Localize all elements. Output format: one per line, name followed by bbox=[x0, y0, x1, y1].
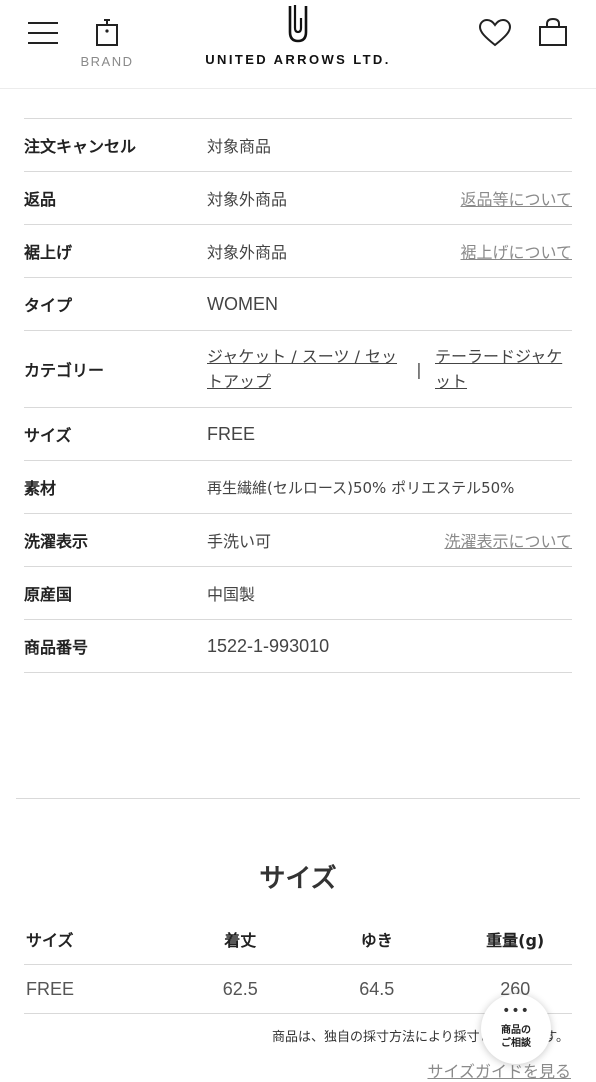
hem-info-link[interactable]: 裾上げについて bbox=[460, 239, 572, 263]
united-arrows-logo-mark bbox=[288, 5, 308, 43]
spec-label: 原産国 bbox=[24, 585, 73, 604]
spec-row-category: カテゴリー ジャケット / スーツ / セットアップ | テーラードジャケット bbox=[24, 331, 572, 408]
size-col-header: サイズ bbox=[26, 931, 74, 950]
category-link-tailored-jacket[interactable]: テーラードジャケット bbox=[435, 344, 565, 394]
size-guide-link[interactable]: サイズガイドを見る bbox=[24, 1058, 571, 1082]
spec-row-material: 素材 再生繊維(セルロース)50% ポリエステル50% bbox=[24, 461, 572, 514]
spec-value: 対象外商品 bbox=[207, 190, 288, 209]
spec-value: 対象商品 bbox=[207, 137, 272, 156]
spec-label: 洗濯表示 bbox=[24, 532, 89, 551]
category-links: ジャケット / スーツ / セットアップ | テーラードジャケット bbox=[207, 344, 572, 394]
consult-label-line1: 商品の bbox=[501, 1025, 531, 1036]
section-divider bbox=[16, 798, 580, 799]
spec-label: カテゴリー bbox=[24, 361, 105, 380]
spec-label: タイプ bbox=[24, 296, 73, 315]
spec-label: 商品番号 bbox=[24, 638, 89, 657]
weight-col-header: 重量(g) bbox=[486, 931, 545, 950]
spec-label: 素材 bbox=[24, 479, 57, 498]
spec-value: 対象外商品 bbox=[207, 243, 288, 262]
size-section-title: サイズ bbox=[259, 864, 337, 894]
size-table-header: サイズ 着丈 ゆき 重量(g) bbox=[24, 914, 572, 965]
shopping-bag-icon[interactable] bbox=[536, 16, 570, 48]
spec-label: サイズ bbox=[24, 426, 72, 445]
product-spec-table: 注文キャンセル 対象商品 返品 対象外商品 返品等について 裾上げ 対象外商品 … bbox=[24, 118, 572, 673]
returns-info-link[interactable]: 返品等について bbox=[460, 186, 572, 210]
sleeve-col-header: ゆき bbox=[360, 931, 393, 950]
more-dots-icon: ••• bbox=[502, 1003, 530, 1019]
site-logo[interactable]: UNITED ARROWS LTD. bbox=[188, 2, 408, 82]
care-label-info-link[interactable]: 洗濯表示について bbox=[444, 528, 572, 552]
consult-label: 商品の ご相談 bbox=[481, 1024, 551, 1050]
spec-row-product-number: 商品番号 1522-1-993010 bbox=[24, 620, 572, 673]
spec-value: WOMEN bbox=[207, 293, 278, 314]
heart-icon[interactable] bbox=[478, 18, 512, 48]
site-header: BRAND UNITED ARROWS LTD. bbox=[0, 0, 596, 89]
spec-row-size: サイズ FREE bbox=[24, 408, 572, 461]
spec-value: 1522-1-993010 bbox=[207, 635, 330, 656]
category-separator: | bbox=[416, 359, 422, 379]
sleeve-cell: 64.5 bbox=[359, 978, 395, 999]
size-table: サイズ 着丈 ゆき 重量(g) FREE 62.5 64.5 260 bbox=[24, 914, 572, 1014]
size-cell: FREE bbox=[26, 978, 75, 999]
consult-label-line2: ご相談 bbox=[501, 1038, 531, 1049]
brand-label: BRAND bbox=[80, 54, 134, 69]
spec-row-returns: 返品 対象外商品 返品等について bbox=[24, 172, 572, 225]
logo-text: UNITED ARROWS LTD. bbox=[205, 52, 391, 67]
spec-row-hem: 裾上げ 対象外商品 裾上げについて bbox=[24, 225, 572, 278]
length-cell: 62.5 bbox=[222, 978, 258, 999]
spec-label: 裾上げ bbox=[24, 243, 73, 262]
brand-button[interactable]: BRAND bbox=[78, 16, 136, 72]
spec-row-origin: 原産国 中国製 bbox=[24, 567, 572, 620]
length-col-header: 着丈 bbox=[224, 931, 257, 950]
spec-row-type: タイプ WOMEN bbox=[24, 278, 572, 331]
category-link-jacket-suit-setup[interactable]: ジャケット / スーツ / セットアップ bbox=[207, 344, 403, 394]
spec-label: 注文キャンセル bbox=[24, 137, 137, 156]
product-consult-button[interactable]: ••• 商品の ご相談 bbox=[481, 994, 551, 1064]
spec-value: FREE bbox=[207, 423, 256, 444]
spec-value: 再生繊維(セルロース)50% ポリエステル50% bbox=[207, 478, 515, 497]
brand-tag-icon bbox=[96, 19, 118, 46]
spec-row-cancel: 注文キャンセル 対象商品 bbox=[24, 119, 572, 172]
spec-row-care: 洗濯表示 手洗い可 洗濯表示について bbox=[24, 514, 572, 567]
hamburger-menu-icon[interactable] bbox=[28, 20, 58, 46]
spec-value: 手洗い可 bbox=[207, 532, 272, 551]
spec-value: 中国製 bbox=[207, 585, 256, 604]
spec-label: 返品 bbox=[24, 190, 57, 209]
